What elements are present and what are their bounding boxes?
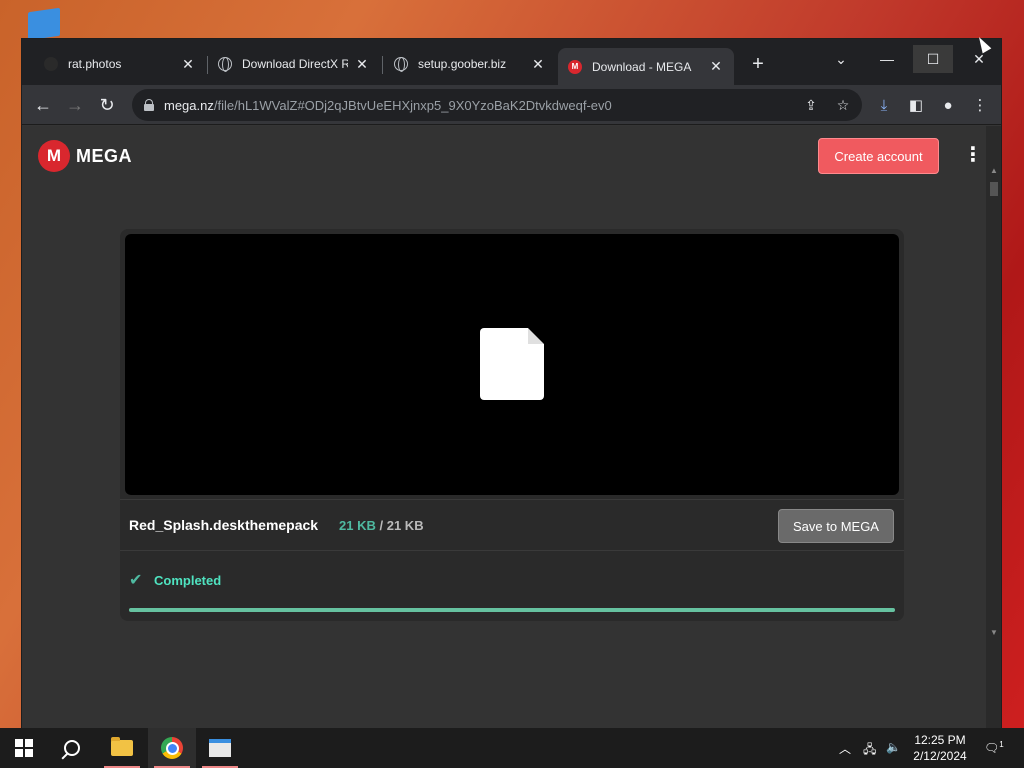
mega-logo-text: MEGA [76,145,132,166]
side-panel-icon[interactable]: ◧ [906,95,926,115]
total-size: 21 KB [386,518,424,533]
network-icon[interactable]: 🖧 [863,740,876,761]
volume-muted-icon[interactable]: 🔈 [886,740,901,754]
file-size: 21 KB / 21 KB [339,518,424,533]
checkmark-icon: ✔ [129,572,143,589]
reload-icon[interactable]: ↻ [95,93,119,117]
close-window-button[interactable]: ✕ [959,45,999,73]
close-tab-icon[interactable]: ✕ [708,58,724,75]
maximize-button[interactable]: ☐ [913,45,953,73]
back-icon[interactable]: ← [31,93,55,117]
tab-title: setup.goober.biz [418,57,507,71]
file-info-row: Red_Splash.deskthemepack 21 KB / 21 KB S… [120,499,904,551]
close-tab-icon[interactable]: ✕ [354,56,370,73]
page-content: M MEGA Create account ⋮ Red_Splash.deskt… [22,126,988,729]
window-app-icon [209,739,231,757]
close-tab-icon[interactable]: ✕ [180,56,196,73]
status-text: Completed [154,573,222,588]
address-bar[interactable]: mega.nz/file/hL1WValZ#ODj2qJBtvUeEHXjnxp… [132,89,862,121]
chrome-icon [161,737,183,759]
lock-icon [144,99,154,111]
search-icon [64,740,80,756]
scroll-up-icon[interactable]: ▲ [989,166,999,175]
share-icon[interactable]: ⇪ [802,96,820,114]
bookmark-star-icon[interactable]: ☆ [834,96,852,114]
taskbar: ︿ 🖧 🔈 12:25 PM 2/12/2024 🗨1 [0,728,1024,768]
desktop-shortcut-icon[interactable] [28,7,60,41]
notification-icon[interactable]: 🗨1 [984,740,1004,755]
tab-strip: rat.photos ✕ Download DirectX Re ✕ setup… [22,39,1001,85]
more-options-icon[interactable]: ⋮ [963,144,983,168]
file-icon [480,328,544,400]
download-icon[interactable]: ⤓ [874,95,894,115]
globe-icon [394,57,408,72]
tray-chevron-icon[interactable]: ︿ [839,740,851,757]
clock-time: 12:25 PM [914,733,966,747]
globe-icon [218,57,232,72]
file-explorer-button[interactable] [98,728,146,768]
notification-count: 1 [999,740,1004,749]
folder-icon [111,737,133,756]
downloaded-size: 21 KB [339,518,376,533]
tab-search-icon[interactable]: ⌄ [821,45,861,73]
tab-directx[interactable]: Download DirectX Re ✕ [208,49,380,79]
scroll-thumb[interactable] [990,182,998,196]
system-clock[interactable]: 12:25 PM 2/12/2024 [906,732,974,764]
new-tab-button[interactable]: + [746,53,770,76]
windows-logo-icon [15,739,33,757]
download-status-row: ✔ Completed [120,551,904,621]
tab-rat-photos[interactable]: rat.photos ✕ [34,49,206,79]
url-text: mega.nz/file/hL1WValZ#ODj2qJBtvUeEHXjnxp… [164,97,612,113]
scroll-down-icon[interactable]: ▼ [989,628,999,637]
tab-title: Download - MEGA [592,59,692,74]
mega-logo[interactable]: M MEGA [38,140,132,172]
start-button[interactable] [0,728,48,768]
file-preview [125,234,899,495]
save-to-mega-button[interactable]: Save to MEGA [778,509,894,543]
download-card: Red_Splash.deskthemepack 21 KB / 21 KB S… [120,229,904,621]
tab-setup-goober[interactable]: setup.goober.biz ✕ [384,49,556,79]
create-account-button[interactable]: Create account [818,138,939,174]
tab-title: Download DirectX Re [242,57,348,71]
clock-date: 2/12/2024 [913,749,967,763]
notepad-taskbar-button[interactable] [196,728,244,768]
progress-fill [129,608,895,612]
progress-bar [129,608,895,612]
tab-mega[interactable]: M Download - MEGA ✕ [558,48,734,85]
dark-favicon-icon [44,57,58,71]
mega-logo-icon: M [38,140,70,172]
browser-menu-icon[interactable]: ⋮ [970,95,990,115]
browser-window: rat.photos ✕ Download DirectX Re ✕ setup… [21,38,1002,729]
mega-icon: M [568,59,582,74]
forward-icon[interactable]: → [63,93,87,117]
minimize-button[interactable]: — [867,45,907,73]
chrome-taskbar-button[interactable] [148,728,196,768]
file-name: Red_Splash.deskthemepack [129,517,319,533]
browser-toolbar: ← → ↻ mega.nz/file/hL1WValZ#ODj2qJBtvUeE… [22,85,1001,125]
profile-icon[interactable]: ● [938,95,958,115]
search-button[interactable] [48,728,96,768]
tab-title: rat.photos [68,57,122,71]
page-scrollbar[interactable]: ▲ ▼ [986,126,1001,729]
close-tab-icon[interactable]: ✕ [530,56,546,73]
